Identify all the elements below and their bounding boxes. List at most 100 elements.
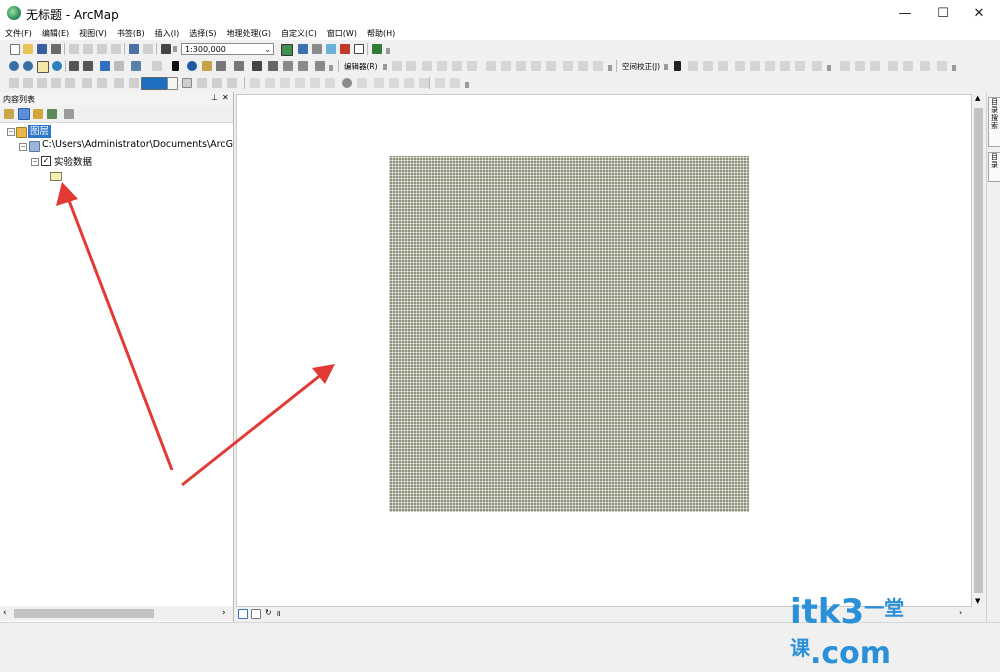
layer-name[interactable]: 实验数据 [54, 154, 92, 168]
menu-edit[interactable]: 编辑(E) [37, 28, 74, 39]
layer-visibility-checkbox[interactable]: ✓ [41, 156, 51, 166]
back-extent-icon[interactable] [100, 61, 110, 71]
scroll-left-icon[interactable]: ‹ [3, 608, 7, 618]
redo-icon[interactable] [143, 44, 153, 54]
delete-icon[interactable] [111, 44, 121, 54]
table-tool-icon[interactable] [182, 78, 192, 88]
select-tool-icon[interactable] [674, 61, 681, 71]
pin-icon[interactable]: ⊥ [211, 93, 218, 102]
split-icon[interactable] [531, 61, 541, 71]
georef-tool-6-icon[interactable] [325, 78, 335, 88]
print-icon[interactable] [51, 44, 61, 54]
layers-collapse-icon[interactable]: − [7, 128, 15, 136]
menu-view[interactable]: 视图(V) [74, 28, 112, 39]
modify-link-icon[interactable] [703, 61, 713, 71]
list-by-drawing-order-icon[interactable] [4, 109, 14, 119]
menu-bookmarks[interactable]: 书签(B) [112, 28, 150, 39]
layout-tool-6-icon[interactable] [82, 78, 92, 88]
list-by-selection-icon[interactable] [47, 109, 57, 119]
globe-tool-icon[interactable] [342, 78, 352, 88]
menu-insert[interactable]: 插入(I) [150, 28, 185, 39]
open-folder-icon[interactable] [23, 44, 33, 54]
menu-file[interactable]: 文件(F) [0, 28, 37, 39]
measure-icon[interactable] [234, 61, 244, 71]
search-tab[interactable]: 目录搜索 [988, 97, 1000, 147]
pan-icon[interactable] [37, 61, 49, 73]
reshape-icon[interactable] [501, 61, 511, 71]
select-features-icon[interactable] [131, 61, 141, 71]
data-source-path[interactable]: C:\Users\Administrator\Documents\ArcG [42, 139, 233, 150]
create-features-icon[interactable] [593, 61, 603, 71]
editor-toolbar-icon[interactable] [281, 44, 293, 56]
georef-tool-9-icon[interactable] [389, 78, 399, 88]
sketch-properties-icon[interactable] [578, 61, 588, 71]
layout-tool-3-icon[interactable] [37, 78, 47, 88]
topology-select-icon[interactable] [840, 61, 850, 71]
layout-tool-4-icon[interactable] [51, 78, 61, 88]
list-by-source-icon[interactable] [18, 108, 30, 120]
catalog-window-icon[interactable] [312, 44, 322, 54]
georef-tool-3-icon[interactable] [280, 78, 290, 88]
view-link-table-icon[interactable] [780, 61, 790, 71]
edit-tool-icon[interactable] [392, 61, 402, 71]
fixed-zoom-out-icon[interactable] [83, 61, 93, 71]
scroll-right-icon[interactable]: › [222, 608, 226, 618]
straight-segment-icon[interactable] [422, 61, 432, 71]
layout-view-icon[interactable] [251, 609, 261, 619]
zoom-in-icon[interactable] [9, 61, 19, 71]
color-swatch-icon[interactable] [141, 77, 169, 90]
list-by-visibility-icon[interactable] [33, 109, 43, 119]
editor-menu[interactable]: 编辑器(R) [344, 61, 378, 72]
copy-icon[interactable] [83, 44, 93, 54]
folder-collapse-icon[interactable]: − [19, 143, 27, 151]
georef-tool-5-icon[interactable] [310, 78, 320, 88]
multiple-displacement-links-icon[interactable] [718, 61, 728, 71]
find-icon[interactable] [252, 61, 262, 71]
layout-tool-12-icon[interactable] [227, 78, 237, 88]
time-slider-icon[interactable] [298, 61, 308, 71]
georef-tool-2-icon[interactable] [265, 78, 275, 88]
georef-tool-8-icon[interactable] [374, 78, 384, 88]
georef-tool-12-icon[interactable] [435, 78, 445, 88]
cut-polygons-icon[interactable] [516, 61, 526, 71]
layout-tool-11-icon[interactable] [212, 78, 222, 88]
layout-tool-7-icon[interactable] [97, 78, 107, 88]
cut-icon[interactable] [69, 44, 79, 54]
spatial-adjustment-menu[interactable]: 空间校正(J) [622, 61, 660, 72]
trace-icon[interactable] [452, 61, 462, 71]
georef-tool-7-icon[interactable] [357, 78, 367, 88]
layout-tool-1-icon[interactable] [9, 78, 19, 88]
full-extent-icon[interactable] [52, 61, 62, 71]
layers-group-label[interactable]: 图层 [28, 125, 52, 138]
map-scroll-thumb[interactable] [974, 108, 983, 593]
topology-edit-icon[interactable] [855, 61, 865, 71]
html-popup-icon[interactable] [216, 61, 226, 71]
forward-extent-icon[interactable] [114, 61, 124, 71]
new-displacement-link-icon[interactable] [688, 61, 698, 71]
georef-tool-1-icon[interactable] [250, 78, 260, 88]
menu-help[interactable]: 帮助(H) [362, 28, 400, 39]
save-icon[interactable] [37, 44, 47, 54]
georef-tool-4-icon[interactable] [295, 78, 305, 88]
add-data-icon[interactable] [161, 44, 171, 54]
identify-icon[interactable] [187, 61, 197, 71]
catalog-tab[interactable]: 目录 [988, 152, 1000, 182]
scale-dropdown-icon[interactable]: ⌄ [264, 44, 271, 56]
edit-vertices-icon[interactable] [486, 61, 496, 71]
menu-geoprocessing[interactable]: 地理处理(G) [222, 28, 276, 39]
layer-collapse-icon[interactable]: − [31, 158, 39, 166]
raster-layer-extent[interactable] [389, 156, 749, 512]
layout-tool-2-icon[interactable] [23, 78, 33, 88]
undo-icon[interactable] [129, 44, 139, 54]
layer-symbol-swatch[interactable] [50, 172, 62, 181]
validate-topology-icon[interactable] [903, 61, 913, 71]
python-window-icon[interactable] [354, 44, 364, 54]
georef-tool-11-icon[interactable] [419, 78, 429, 88]
georef-tool-10-icon[interactable] [404, 78, 414, 88]
new-limited-adjustment-icon[interactable] [750, 61, 760, 71]
go-to-xy-icon[interactable] [283, 61, 293, 71]
map-topology-icon[interactable] [937, 61, 947, 71]
hyperlink-icon[interactable] [202, 61, 212, 71]
data-view-icon[interactable] [238, 609, 248, 619]
map-scale-input[interactable]: 1:300,000 ⌄ [181, 43, 274, 55]
